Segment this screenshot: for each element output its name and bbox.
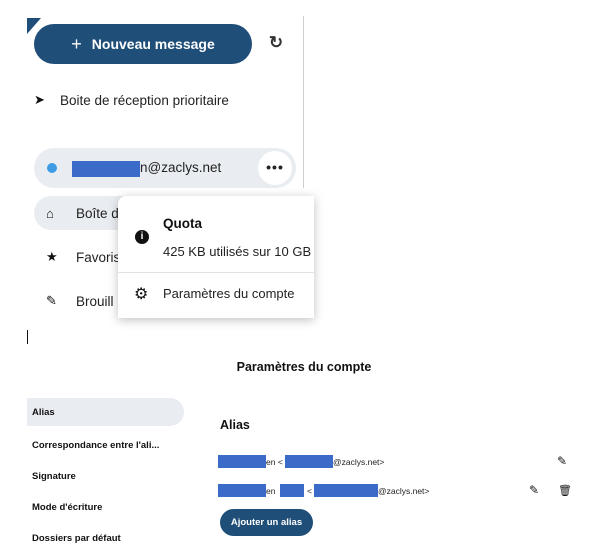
settings-nav-default-folders[interactable]: Dossiers par défaut [32, 533, 121, 544]
sidebar-item-label: Brouill [76, 293, 114, 309]
add-alias-button[interactable]: Ajouter un alias [220, 509, 313, 536]
trash-icon[interactable]: 🗑 [558, 484, 572, 497]
edit-alias-1-icon[interactable]: ✎ [557, 454, 567, 468]
alias-row-2-text-c: @zaclys.net> [378, 486, 430, 496]
redacted-block [280, 484, 304, 497]
settings-nav-alias[interactable]: Alias [32, 407, 55, 418]
alias-row-1-text-a: en < [266, 457, 283, 467]
divider [303, 16, 304, 188]
plus-icon: + [71, 33, 82, 54]
quota-text: 425 KB utilisés sur 10 GB [163, 244, 312, 259]
settings-title: Paramètres du compte [236, 360, 372, 374]
sidebar-item-label: Boîte d [76, 205, 119, 221]
quota-title: Quota [163, 216, 202, 231]
home-icon: ⌂ [46, 205, 54, 221]
new-message-button[interactable]: + Nouveau message [34, 24, 252, 64]
sidebar-item-inbox[interactable]: ⌂ Boîte d [34, 196, 119, 230]
priority-icon: ➤ [34, 92, 45, 107]
alias-row-1-text-b: @zaclys.net> [333, 457, 385, 467]
star-icon: ★ [46, 249, 58, 264]
account-email: n@zaclys.net [140, 160, 222, 175]
refresh-icon[interactable]: ↻ [266, 33, 286, 53]
redacted-block [218, 455, 266, 468]
account-settings-link[interactable]: Paramètres du compte [163, 286, 295, 301]
settings-nav-signature[interactable]: Signature [32, 471, 76, 482]
popup-divider [118, 272, 314, 273]
gear-icon: ⚙ [134, 286, 149, 303]
alias-heading: Alias [220, 418, 250, 432]
account-status-dot [47, 163, 57, 173]
pencil-icon: ✎ [46, 293, 57, 308]
edit-alias-2-icon[interactable]: ✎ [529, 483, 539, 497]
new-message-label: Nouveau message [91, 36, 215, 52]
redacted-block [218, 484, 266, 497]
settings-nav-mapping[interactable]: Correspondance entre l'ali... [32, 440, 159, 451]
redacted-block [72, 161, 140, 177]
info-icon: i [135, 230, 149, 244]
settings-nav-writing-mode[interactable]: Mode d'écriture [32, 502, 102, 513]
sidebar-item-label: Boite de réception prioritaire [60, 92, 229, 108]
sidebar-item-label: Favoris [76, 249, 121, 265]
more-options-button[interactable]: ••• [258, 151, 292, 185]
alias-row-2-text-a: en [266, 486, 276, 496]
alias-row-2-text-b: < [307, 486, 312, 496]
redacted-block [285, 455, 333, 468]
sidebar-item-drafts[interactable]: ✎ Brouill [34, 284, 114, 318]
redacted-block [314, 484, 378, 497]
text-cursor [27, 330, 28, 344]
sidebar-item-favorites[interactable]: ★ Favoris [34, 240, 120, 274]
sidebar-item-priority-inbox[interactable]: ➤ Boite de réception prioritaire [34, 83, 229, 117]
